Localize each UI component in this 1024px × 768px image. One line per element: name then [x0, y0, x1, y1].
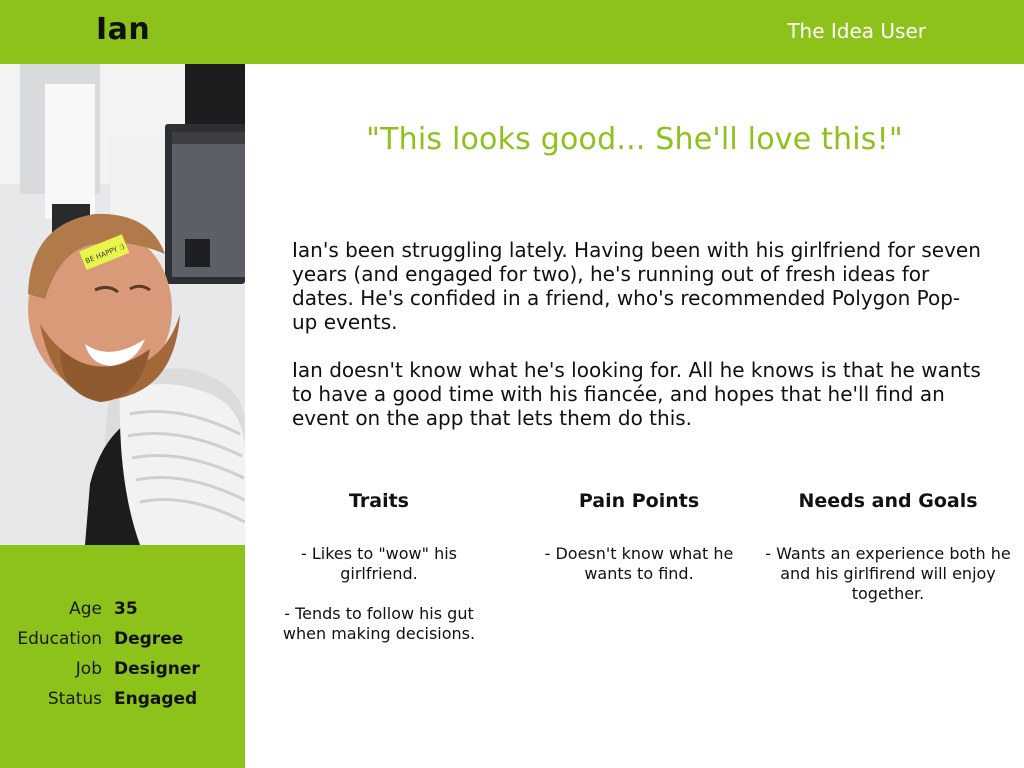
- stat-row-age: Age 35: [0, 599, 245, 627]
- stats-panel: Age 35 Education Degree Job Designer Sta…: [0, 545, 245, 768]
- traits-title: Traits: [349, 490, 409, 512]
- stat-label: Job: [75, 659, 102, 679]
- stat-value: Engaged: [114, 689, 198, 709]
- persona-name: Ian: [96, 12, 151, 47]
- traits-column: Traits - Likes to "wow" his girlfriend. …: [262, 490, 496, 664]
- header-bar: Ian The Idea User: [0, 0, 1024, 64]
- needs-goals-title: Needs and Goals: [798, 490, 978, 512]
- persona-photo-illustration: BE HAPPY :): [0, 64, 245, 545]
- need-goal-item: - Wants an experience both he and his gi…: [765, 544, 1011, 603]
- persona-type: The Idea User: [787, 19, 926, 43]
- stat-label: Status: [47, 689, 102, 709]
- pain-point-item: - Doesn't know what he wants to find.: [544, 544, 734, 583]
- stat-value: 35: [114, 599, 138, 619]
- pain-points-column: Pain Points - Doesn't know what he wants…: [522, 490, 756, 604]
- stat-value: Degree: [114, 629, 184, 649]
- needs-goals-column: Needs and Goals - Wants an experience bo…: [764, 490, 1012, 624]
- stat-row-job: Job Designer: [0, 659, 245, 687]
- persona-quote: "This looks good... She'll love this!": [366, 122, 903, 157]
- stat-label: Education: [17, 629, 102, 649]
- trait-item: - Likes to "wow" his girlfriend.: [300, 544, 457, 583]
- persona-photo: BE HAPPY :): [0, 64, 245, 545]
- persona-bio: Ian's been struggling lately. Having bee…: [292, 238, 982, 430]
- pain-points-title: Pain Points: [578, 490, 700, 512]
- trait-item: - Tends to follow his gut when making de…: [282, 604, 476, 643]
- stat-label: Age: [69, 599, 102, 619]
- stat-value: Designer: [114, 659, 200, 679]
- stat-row-status: Status Engaged: [0, 689, 245, 717]
- bio-paragraph: Ian doesn't know what he's looking for. …: [292, 358, 981, 430]
- bio-paragraph: Ian's been struggling lately. Having bee…: [292, 238, 981, 334]
- stat-row-education: Education Degree: [0, 629, 245, 657]
